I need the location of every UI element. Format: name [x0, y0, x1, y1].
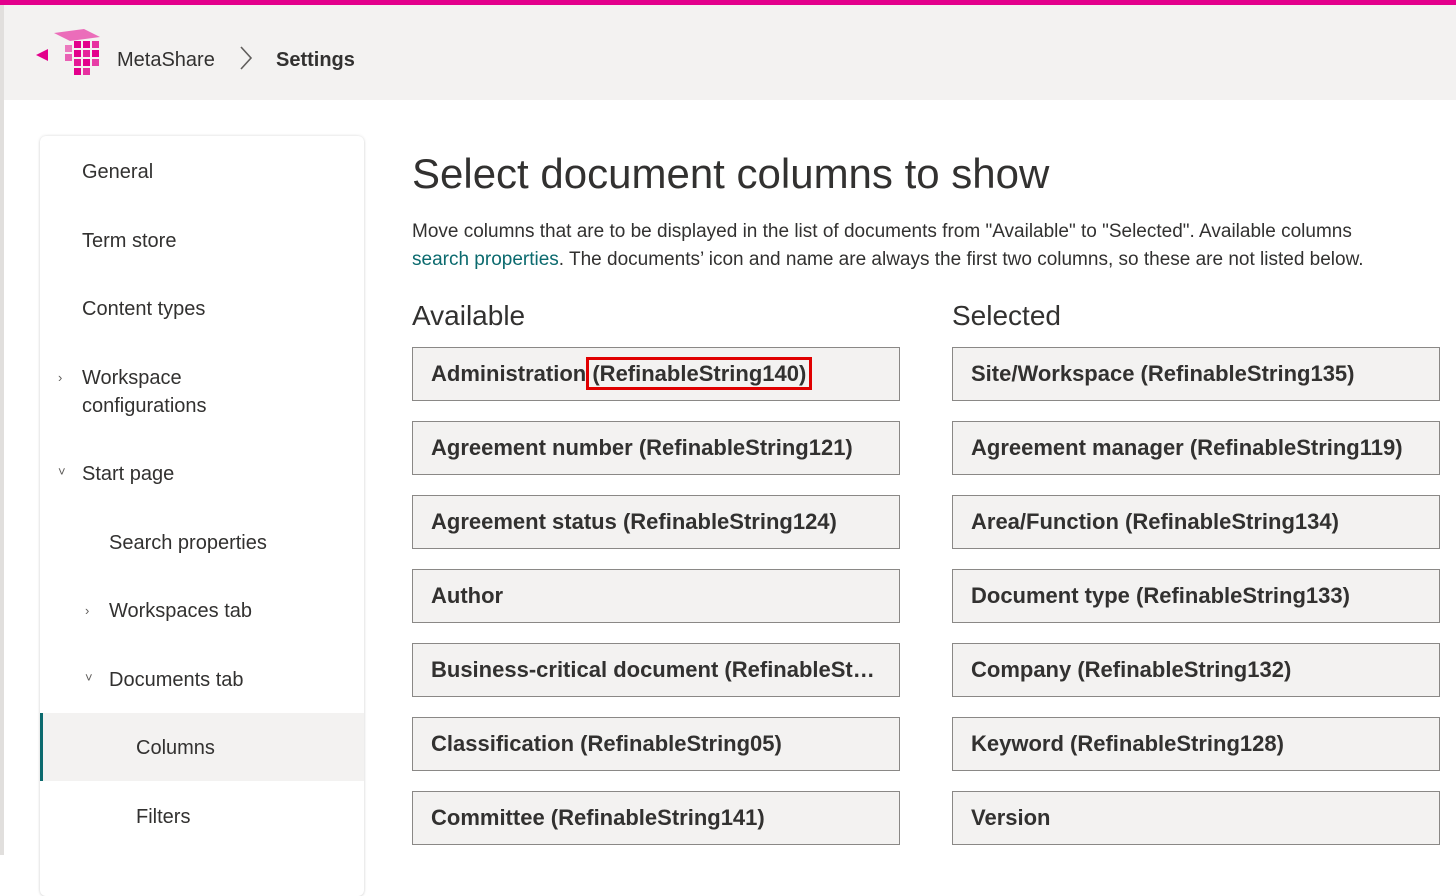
selected-column-item[interactable]: Agreement manager (RefinableString119) — [952, 421, 1440, 475]
nav-item-label: Documents tab — [109, 669, 244, 691]
nav-item-label: Search properties — [109, 532, 267, 554]
settings-nav: General Term store Content types › Works… — [40, 136, 364, 896]
available-column-item[interactable]: Classification (RefinableString05) — [412, 717, 900, 771]
selected-column-item[interactable]: Version — [952, 791, 1440, 845]
available-heading: Available — [412, 300, 526, 331]
nav-item-label: Content types — [82, 298, 206, 320]
description-line-2: search properties. The documents’ icon a… — [412, 246, 1452, 274]
nav-item-label: Filters — [136, 806, 191, 828]
available-column-item[interactable]: Agreement status (RefinableString124) — [412, 495, 900, 549]
nav-item-label-line2: configurations — [82, 395, 207, 417]
selected-column-item[interactable]: Keyword (RefinableString128) — [952, 717, 1440, 771]
search-properties-link[interactable]: search properties — [412, 249, 559, 270]
chevron-down-icon[interactable]: ˅ — [85, 664, 93, 692]
selected-column-item[interactable]: Area/Function (RefinableString134) — [952, 495, 1440, 549]
available-column-item[interactable]: Administration (RefinableString140) — [412, 347, 900, 401]
page-description: Move columns that are to be displayed in… — [412, 218, 1452, 274]
available-column-item[interactable]: Author — [412, 569, 900, 623]
column-name: Administration — [431, 361, 587, 386]
description-line-1: Move columns that are to be displayed in… — [412, 221, 1352, 242]
chevron-right-icon — [240, 46, 253, 70]
available-column-item[interactable]: Agreement number (RefinableString121) — [412, 421, 900, 475]
nav-item-label: Columns — [136, 737, 215, 759]
selected-column-item[interactable]: Site/Workspace (RefinableString135) — [952, 347, 1440, 401]
window-edge — [0, 5, 4, 855]
breadcrumb-app[interactable]: MetaShare — [117, 49, 215, 72]
metashare-logo-icon[interactable] — [34, 27, 106, 79]
highlighted-property: (RefinableString140) — [592, 361, 807, 386]
nav-item-label: Workspaces tab — [109, 600, 253, 622]
nav-item-label-line1: Workspace — [82, 367, 182, 389]
page-title: Select document columns to show — [412, 150, 1050, 197]
chevron-right-icon[interactable]: › — [58, 364, 62, 392]
breadcrumb-current: Settings — [276, 49, 355, 71]
available-column-item[interactable]: Committee (RefinableString141) — [412, 791, 900, 845]
nav-item-label: General — [82, 161, 154, 183]
available-column-item[interactable]: Business-critical document (RefinableSt… — [412, 643, 900, 697]
nav-item-columns[interactable]: Columns — [40, 713, 364, 781]
header: MetaShare Settings — [4, 5, 1456, 100]
selected-column-item[interactable]: Document type (RefinableString133) — [952, 569, 1440, 623]
selected-heading: Selected — [952, 300, 1061, 331]
selected-column-item[interactable]: Company (RefinableString132) — [952, 643, 1440, 697]
chevron-right-icon[interactable]: › — [85, 597, 89, 625]
chevron-down-icon[interactable]: ˅ — [58, 458, 66, 486]
nav-item-label: Term store — [82, 230, 177, 252]
nav-item-label: Start page — [82, 463, 175, 485]
description-text: . The documents’ icon and name are alway… — [558, 249, 1364, 270]
nav-item-workspace-configurations[interactable]: › Workspace configurations — [40, 364, 364, 420]
